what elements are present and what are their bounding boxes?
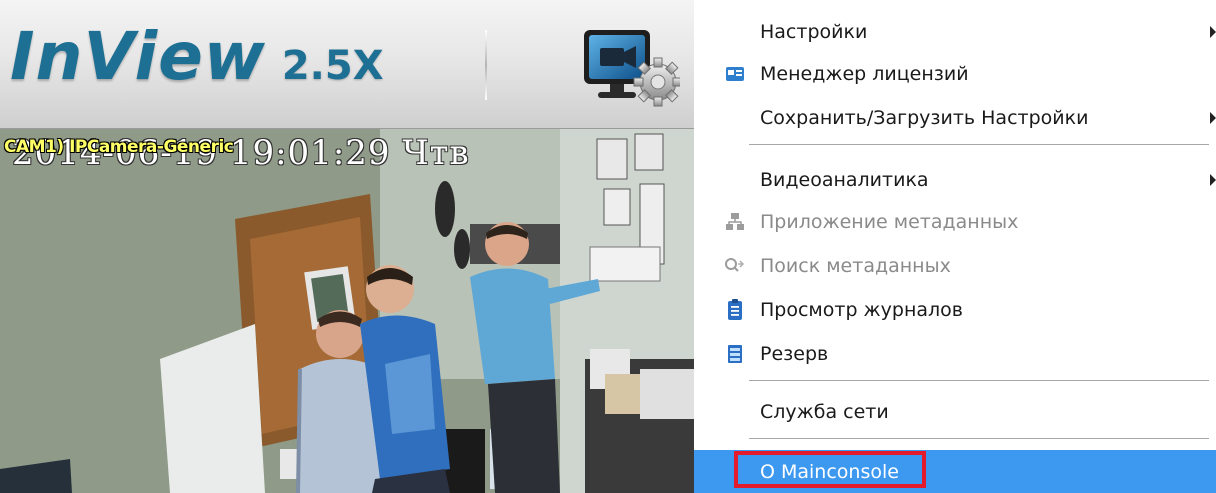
submenu-arrow-icon <box>1210 174 1216 186</box>
camera-scene <box>0 129 694 493</box>
backup-icon <box>724 343 746 365</box>
menu-item-label: Служба сети <box>760 401 889 423</box>
menu-item-metadata-search: Поиск метаданных <box>694 244 1216 288</box>
menu-item-network-service[interactable]: Служба сети <box>694 390 1216 434</box>
app-window: InView 2.5X 2014-06-19 19:01:29 Чтв CAM1… <box>0 0 694 493</box>
menu-separator <box>749 144 1209 145</box>
menu-item-label: Поиск метаданных <box>760 255 951 277</box>
menu-item-label: О Mainconsole <box>760 460 899 483</box>
menu-separator <box>749 438 1209 439</box>
menu-item-license-manager[interactable]: Менеджер лицензий <box>694 52 1216 96</box>
brand-logo: InView 2.5X <box>10 18 384 98</box>
menu-item-video-analytics[interactable]: Видеоаналитика <box>694 158 1216 202</box>
brand-name: InView <box>10 18 266 95</box>
license-card-icon <box>724 63 746 85</box>
video-settings-icon[interactable] <box>580 26 680 108</box>
title-bar: InView 2.5X <box>0 0 694 129</box>
search-metadata-icon <box>724 255 746 277</box>
menu-item-label: Просмотр журналов <box>760 299 963 321</box>
menu-item-label: Настройки <box>760 21 868 43</box>
camera-feed[interactable]: 2014-06-19 19:01:29 Чтв CAM1) IPCamera-G… <box>0 129 694 493</box>
menu-item-save-load-settings[interactable]: Сохранить/Загрузить Настройки <box>694 96 1216 140</box>
menu-separator <box>749 380 1209 381</box>
menu-item-label: Приложение метаданных <box>760 211 1019 233</box>
menu-item-metadata-app: Приложение метаданных <box>694 200 1216 244</box>
menu-item-settings[interactable]: Настройки <box>694 10 1216 54</box>
clipboard-log-icon <box>724 299 746 321</box>
title-divider <box>485 30 487 100</box>
network-metadata-icon <box>724 211 746 233</box>
submenu-arrow-icon <box>1210 112 1216 124</box>
menu-item-label: Менеджер лицензий <box>760 63 969 85</box>
menu-item-label: Резерв <box>760 343 829 365</box>
menu-item-label: Видеоаналитика <box>760 169 929 191</box>
menu-item-backup[interactable]: Резерв <box>694 332 1216 376</box>
brand-version: 2.5X <box>281 43 384 89</box>
menu-item-view-logs[interactable]: Просмотр журналов <box>694 288 1216 332</box>
menu-item-about-mainconsole[interactable]: О Mainconsole <box>694 450 1216 493</box>
submenu-arrow-icon <box>1210 26 1216 38</box>
menu-item-label: Сохранить/Загрузить Настройки <box>760 107 1089 129</box>
camera-label: CAM1) IPCamera-Generic <box>4 137 234 157</box>
context-menu: Настройки Менеджер лицензий Сохранить/За… <box>694 0 1216 493</box>
